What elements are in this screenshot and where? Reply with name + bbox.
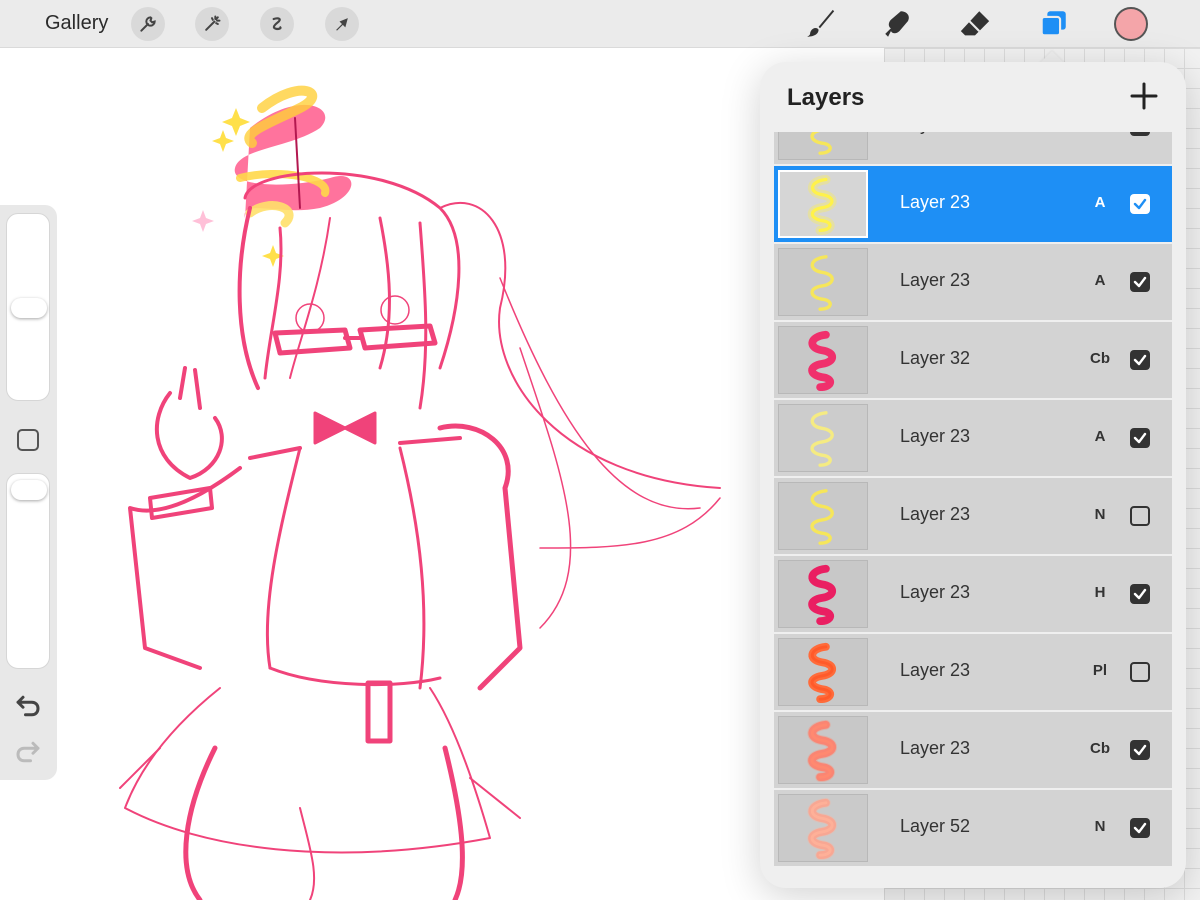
- layer-visibility-checkbox[interactable]: [1130, 818, 1150, 838]
- magic-wand-icon: [205, 15, 221, 31]
- layers-icon: [1040, 11, 1066, 37]
- blend-mode-button[interactable]: N: [1084, 506, 1116, 523]
- layer-thumbnail[interactable]: [778, 132, 868, 160]
- layer-row[interactable]: Layer 23 H: [774, 556, 1172, 632]
- layer-row[interactable]: Layer 23 Cb: [774, 712, 1172, 788]
- blend-mode-button[interactable]: Pl: [1084, 662, 1116, 679]
- undo-icon: [16, 695, 40, 717]
- layer-name: Layer 23: [900, 660, 971, 680]
- checkmark-icon: [1133, 276, 1147, 288]
- blend-mode-button[interactable]: A: [1084, 428, 1116, 445]
- layer-visibility-checkbox[interactable]: [1130, 132, 1150, 136]
- smudge-tool[interactable]: [880, 6, 916, 42]
- layer-name: Layer 23: [900, 270, 971, 290]
- top-toolbar: Gallery: [0, 0, 1200, 48]
- layer-row[interactable]: Layer 32 Cb: [774, 322, 1172, 398]
- layer-name: Layer 23: [900, 738, 971, 758]
- arrow-cursor-icon: [336, 18, 348, 31]
- artwork-sketch[interactable]: [0, 48, 884, 900]
- checkmark-icon: [1133, 354, 1147, 366]
- blend-mode-button[interactable]: A: [1084, 132, 1116, 133]
- layer-row[interactable]: Layer 23 N: [774, 478, 1172, 554]
- plus-icon[interactable]: [1128, 80, 1160, 112]
- blend-mode-button[interactable]: Cb: [1084, 350, 1116, 367]
- layer-row[interactable]: Layer 23 A: [774, 244, 1172, 320]
- left-sidebar: [0, 205, 57, 780]
- layer-thumbnail[interactable]: [778, 248, 868, 316]
- layer-visibility-checkbox[interactable]: [1130, 506, 1150, 526]
- checkmark-icon: [1133, 432, 1147, 444]
- layer-visibility-checkbox[interactable]: [1130, 350, 1150, 370]
- checkmark-icon: [1133, 588, 1147, 600]
- layer-name: Layer 52: [900, 816, 971, 836]
- checkmark-icon: [1133, 198, 1147, 210]
- layer-name: Layer 23: [900, 426, 971, 446]
- layer-visibility-checkbox[interactable]: [1130, 194, 1150, 214]
- brush-size-slider[interactable]: [6, 213, 50, 401]
- layers-tool[interactable]: [1035, 6, 1071, 42]
- adjustments-button[interactable]: [195, 7, 229, 41]
- actions-button[interactable]: [131, 7, 165, 41]
- checkmark-icon: [1130, 132, 1150, 136]
- layer-name: Layer 23: [900, 132, 970, 135]
- layer-name: Layer 23: [900, 192, 971, 212]
- opacity-slider[interactable]: [6, 473, 50, 669]
- selection-s-icon: [272, 17, 282, 31]
- layer-thumbnail[interactable]: [778, 638, 868, 706]
- blend-mode-button[interactable]: A: [1084, 272, 1116, 289]
- smudge-icon: [885, 11, 909, 37]
- layer-list[interactable]: Layer 23ALayer 23ALayer 23ALayer 32CbLay…: [774, 132, 1172, 872]
- eraser-tool[interactable]: [957, 6, 993, 42]
- layer-thumbnail[interactable]: [778, 560, 868, 628]
- brush-size-thumb[interactable]: [11, 298, 47, 318]
- layer-row[interactable]: Layer 23 Pl: [774, 634, 1172, 710]
- brush-tool[interactable]: [802, 6, 838, 42]
- blend-mode-button[interactable]: A: [1084, 194, 1116, 211]
- layer-row[interactable]: Layer 23 A: [774, 132, 1172, 164]
- layers-panel-title: Layers: [787, 84, 865, 111]
- layer-thumbnail[interactable]: [778, 482, 868, 550]
- layer-thumbnail[interactable]: [778, 716, 868, 784]
- layer-thumbnail[interactable]: [778, 794, 868, 862]
- layer-visibility-checkbox[interactable]: [1130, 584, 1150, 604]
- layer-name: Layer 23: [900, 582, 971, 602]
- layer-name: Layer 23: [900, 504, 971, 524]
- layer-thumbnail[interactable]: [778, 326, 868, 394]
- layer-visibility-checkbox[interactable]: [1130, 272, 1150, 292]
- blend-mode-button[interactable]: H: [1084, 584, 1116, 601]
- undo-button[interactable]: [13, 691, 43, 721]
- modify-square-button[interactable]: [17, 429, 39, 451]
- color-picker-swatch[interactable]: [1114, 7, 1148, 41]
- layer-thumbnail[interactable]: [778, 404, 868, 472]
- layer-row[interactable]: Layer 52 N: [774, 790, 1172, 866]
- layer-visibility-checkbox[interactable]: [1130, 740, 1150, 760]
- transform-button[interactable]: [325, 7, 359, 41]
- layer-thumbnail[interactable]: [778, 170, 868, 238]
- layers-panel: Layers Layer 23ALayer 23ALayer 23ALayer …: [760, 62, 1186, 888]
- wrench-icon: [140, 16, 156, 32]
- layer-row[interactable]: Layer 23 A: [774, 400, 1172, 476]
- blend-mode-button[interactable]: N: [1084, 818, 1116, 835]
- gallery-button[interactable]: Gallery: [45, 12, 108, 35]
- layer-row-selected[interactable]: Layer 23 A: [774, 166, 1172, 242]
- layer-name: Layer 32: [900, 348, 971, 368]
- layer-visibility-checkbox[interactable]: [1130, 428, 1150, 448]
- opacity-thumb[interactable]: [11, 480, 47, 500]
- eraser-icon: [960, 11, 990, 36]
- checkmark-icon: [1133, 744, 1147, 756]
- selection-button[interactable]: [260, 7, 294, 41]
- checkmark-icon: [1133, 822, 1147, 834]
- redo-button[interactable]: [13, 737, 43, 767]
- brush-icon: [807, 9, 835, 37]
- blend-mode-button[interactable]: Cb: [1084, 740, 1116, 757]
- redo-icon: [16, 741, 40, 763]
- layer-visibility-checkbox[interactable]: [1130, 662, 1150, 682]
